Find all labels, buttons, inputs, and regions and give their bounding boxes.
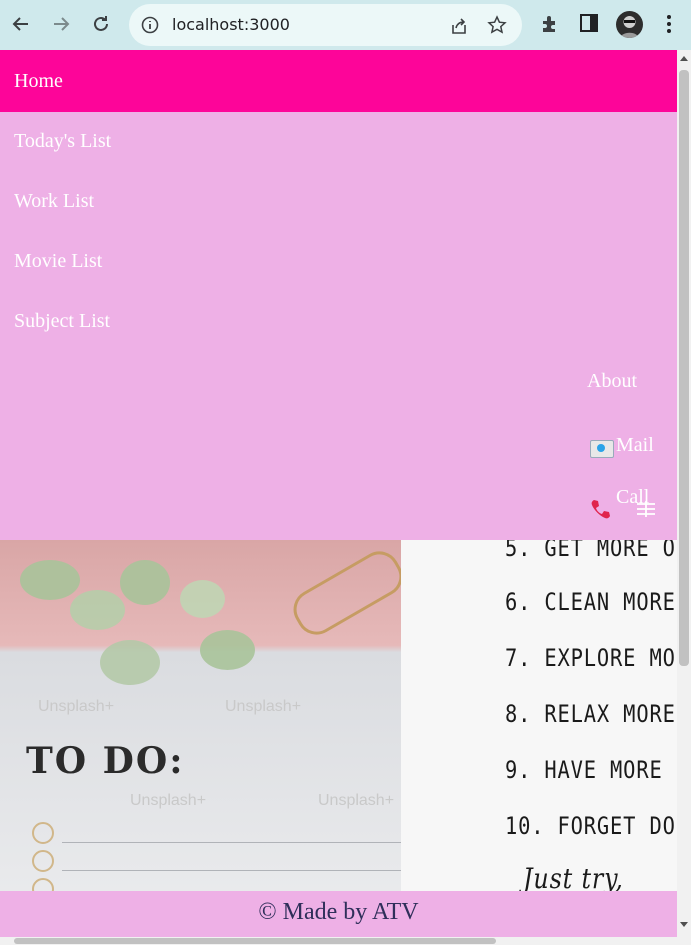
hamburger-menu-icon[interactable] (637, 501, 655, 517)
page-viewport: Unsplash+ Unsplash+ TO DO: Unsplash+ Uns… (0, 50, 677, 937)
extensions-icon[interactable] (540, 14, 560, 34)
reload-icon[interactable] (87, 10, 115, 38)
vertical-scroll-thumb[interactable] (679, 70, 689, 666)
back-arrow-icon[interactable] (7, 10, 35, 38)
star-icon[interactable] (487, 15, 507, 35)
side-panel-icon[interactable] (580, 14, 598, 32)
todo-photo: Unsplash+ Unsplash+ TO DO: Unsplash+ Uns… (0, 540, 401, 891)
share-icon[interactable] (449, 16, 469, 36)
address-bar[interactable]: localhost:3000 (129, 4, 522, 46)
nav-menu: Home Today's List Work List Movie List S… (0, 50, 677, 540)
scroll-down-arrow-icon[interactable] (680, 922, 688, 927)
more-menu-icon[interactable] (665, 14, 673, 34)
nav-item-mail[interactable]: Mail (616, 434, 654, 457)
footer-text: © Made by ATV (258, 899, 419, 925)
nav-home-label: Home (14, 70, 63, 92)
site-info-icon[interactable] (141, 16, 159, 34)
mail-icon (590, 440, 614, 458)
url-text: localhost:3000 (172, 15, 290, 34)
nav-item-movie-list[interactable]: Movie List (14, 250, 102, 273)
nav-item-todays-list[interactable]: Today's List (14, 130, 111, 153)
browser-toolbar: localhost:3000 (0, 0, 691, 50)
forward-arrow-icon[interactable] (47, 10, 75, 38)
footer: © Made by ATV (0, 891, 677, 937)
horizontal-scrollbar[interactable] (0, 937, 691, 945)
handwritten-list: 5. GET MORE OR 6. CLEAN MORE 7. EXPLORE … (401, 540, 677, 891)
todo-heading: TO DO: (26, 740, 185, 782)
horizontal-scroll-thumb[interactable] (14, 938, 496, 944)
phone-icon (591, 500, 610, 519)
vertical-scrollbar[interactable] (677, 50, 691, 937)
scroll-up-arrow-icon[interactable] (680, 56, 688, 61)
nav-item-subject-list[interactable]: Subject List (14, 310, 110, 333)
nav-item-home[interactable]: Home (0, 50, 677, 112)
nav-item-work-list[interactable]: Work List (14, 190, 94, 213)
profile-avatar[interactable] (616, 11, 643, 38)
nav-item-about[interactable]: About (587, 370, 637, 393)
